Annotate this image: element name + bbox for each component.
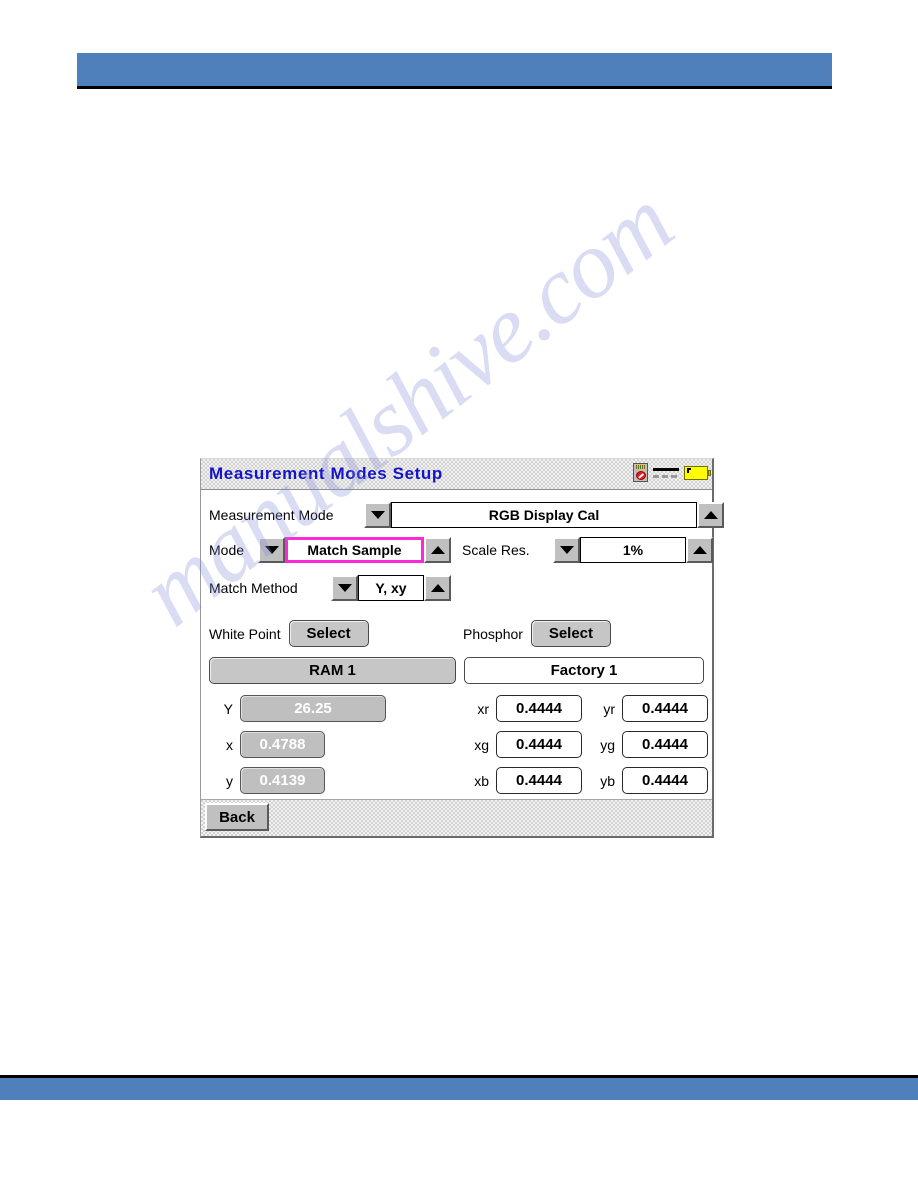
match-method-field[interactable]: Y, xy bbox=[358, 575, 424, 601]
white-point-value-row: y 0.4139 bbox=[213, 767, 325, 794]
phosphor-xr-field[interactable]: 0.4444 bbox=[496, 695, 582, 722]
white-point-x-field[interactable]: 0.4788 bbox=[240, 731, 325, 758]
battery-icon bbox=[684, 465, 711, 480]
white-point-value-row: x 0.4788 bbox=[213, 731, 325, 758]
white-point-Y-field[interactable]: 26.25 bbox=[240, 695, 386, 722]
status-icon-group bbox=[633, 463, 711, 482]
measurement-mode-increment-button[interactable] bbox=[697, 502, 724, 528]
value-label-y: y bbox=[226, 772, 233, 789]
chevron-down-icon bbox=[264, 546, 279, 554]
value-label-yg: yg bbox=[600, 736, 615, 753]
value-label-xb: xb bbox=[474, 772, 489, 789]
chevron-down-icon bbox=[559, 546, 574, 554]
measurement-mode-row: Measurement Mode RGB Display Cal bbox=[209, 502, 724, 528]
match-method-decrement-button[interactable] bbox=[331, 575, 358, 601]
phosphor-preset-button[interactable]: Factory 1 bbox=[464, 657, 704, 684]
scale-res-decrement-button[interactable] bbox=[553, 537, 580, 563]
white-point-select-row: White Point Select bbox=[209, 620, 369, 647]
phosphor-value-row: xr 0.4444 yr 0.4444 bbox=[469, 695, 708, 722]
phosphor-select-button[interactable]: Select bbox=[530, 620, 611, 647]
no-card-badge-icon bbox=[636, 471, 646, 480]
chevron-down-icon bbox=[337, 584, 352, 592]
page-footer-bar bbox=[0, 1075, 918, 1100]
panel-titlebar: Measurement Modes Setup bbox=[201, 459, 712, 490]
chevron-up-icon bbox=[703, 511, 718, 519]
phosphor-xg-field[interactable]: 0.4444 bbox=[496, 731, 582, 758]
phosphor-yg-field[interactable]: 0.4444 bbox=[622, 731, 708, 758]
white-point-label: White Point bbox=[209, 625, 281, 642]
scale-res-field[interactable]: 1% bbox=[580, 537, 686, 563]
measurement-mode-label: Measurement Mode bbox=[209, 507, 334, 523]
page-title: Measurement Modes Setup bbox=[209, 464, 443, 483]
scale-res-label: Scale Res. bbox=[462, 542, 530, 558]
signal-lines-icon bbox=[653, 464, 679, 481]
value-label-Y: Y bbox=[223, 700, 233, 717]
value-label-x: x bbox=[226, 736, 233, 753]
page-header-bar bbox=[77, 53, 832, 89]
value-label-xr: xr bbox=[477, 700, 489, 717]
phosphor-yb-field[interactable]: 0.4444 bbox=[622, 767, 708, 794]
match-method-row: Match Method Y, xy bbox=[209, 575, 451, 601]
value-label-yb: yb bbox=[600, 772, 615, 789]
mode-row: Mode Match Sample Scale Res. 1% bbox=[209, 537, 713, 563]
value-label-yr: yr bbox=[603, 700, 615, 717]
panel-bottombar: Back bbox=[201, 799, 712, 836]
chevron-up-icon bbox=[430, 546, 445, 554]
phosphor-yr-field[interactable]: 0.4444 bbox=[622, 695, 708, 722]
mode-label: Mode bbox=[209, 542, 245, 558]
memory-card-disabled-icon bbox=[633, 463, 648, 482]
phosphor-value-row: xb 0.4444 yb 0.4444 bbox=[469, 767, 708, 794]
white-point-preset-row: RAM 1 bbox=[209, 657, 456, 684]
measurement-mode-field[interactable]: RGB Display Cal bbox=[391, 502, 697, 528]
mode-increment-button[interactable] bbox=[424, 537, 451, 563]
mode-decrement-button[interactable] bbox=[258, 537, 285, 563]
chevron-up-icon bbox=[430, 584, 445, 592]
white-point-y-field[interactable]: 0.4139 bbox=[240, 767, 325, 794]
chevron-up-icon bbox=[692, 546, 707, 554]
mode-field[interactable]: Match Sample bbox=[285, 537, 424, 563]
measurement-mode-decrement-button[interactable] bbox=[364, 502, 391, 528]
white-point-preset-button[interactable]: RAM 1 bbox=[209, 657, 456, 684]
value-label-xg: xg bbox=[474, 736, 489, 753]
measurement-modes-setup-panel: Measurement Modes Setup Measurement Mode… bbox=[200, 458, 724, 838]
phosphor-preset-row: Factory 1 bbox=[464, 657, 704, 684]
phosphor-label: Phosphor bbox=[463, 625, 523, 642]
phosphor-select-row: Phosphor Select bbox=[463, 620, 611, 647]
phosphor-value-row: xg 0.4444 yg 0.4444 bbox=[469, 731, 708, 758]
scale-res-increment-button[interactable] bbox=[686, 537, 713, 563]
back-button[interactable]: Back bbox=[205, 803, 269, 831]
phosphor-xb-field[interactable]: 0.4444 bbox=[496, 767, 582, 794]
match-method-label: Match Method bbox=[209, 580, 298, 596]
chevron-down-icon bbox=[370, 511, 385, 519]
white-point-value-row: Y 26.25 bbox=[213, 695, 386, 722]
white-point-select-button[interactable]: Select bbox=[288, 620, 369, 647]
match-method-increment-button[interactable] bbox=[424, 575, 451, 601]
panel-body: Measurement Mode RGB Display Cal Mode Ma… bbox=[201, 490, 724, 799]
